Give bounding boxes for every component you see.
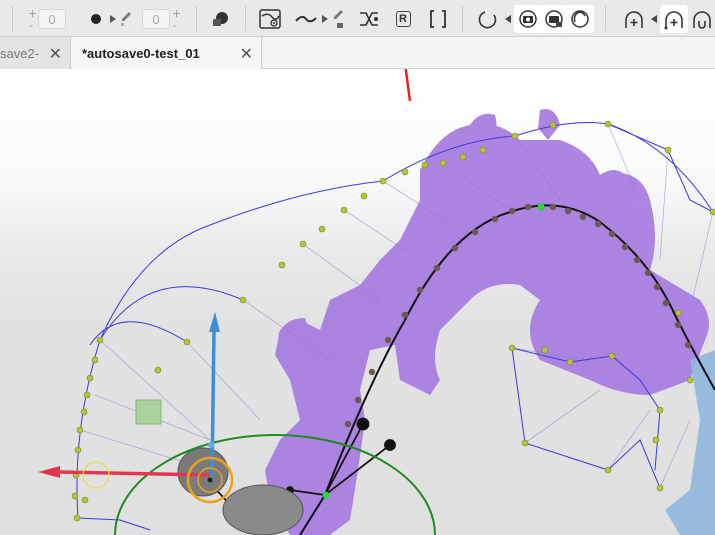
shuffle-curves-icon[interactable] [355, 5, 383, 33]
toolbar-separator [12, 6, 13, 31]
pelvis-key-marker[interactable] [322, 491, 330, 499]
weight-field-a[interactable]: 0 [38, 9, 66, 29]
current-key-marker[interactable] [537, 203, 545, 211]
pipette-lock-icon[interactable] [330, 5, 346, 33]
arch-magnet-icon[interactable] [688, 5, 715, 33]
pose-silhouettes [265, 109, 709, 535]
r-toggle-button[interactable]: R [389, 5, 417, 33]
tab-label: save2- [0, 45, 40, 61]
camera-lock-icon[interactable] [540, 5, 568, 33]
document-tab-bar: save2- ✕ *autosave0-test_01 ✕ [0, 37, 715, 69]
transform-gizmo[interactable] [38, 312, 234, 504]
collapse-left-arrow-icon[interactable] [648, 5, 660, 33]
arch-add-icon[interactable] [620, 5, 648, 33]
r-button-label: R [395, 11, 411, 27]
close-icon[interactable]: ✕ [240, 44, 253, 63]
tab-autosave0-test-01[interactable]: *autosave0-test_01 ✕ [72, 37, 262, 69]
increment-minus-icon[interactable]: - [29, 20, 33, 31]
tab-label: *autosave0-test_01 [82, 45, 200, 61]
tab-autosave2[interactable]: save2- ✕ [0, 37, 71, 69]
orbit-loop-icon[interactable] [566, 5, 594, 33]
arch-plus-node-icon[interactable] [660, 5, 688, 33]
collapse-left-arrow-icon[interactable] [502, 5, 514, 33]
main-toolbar: + - 0 0 + - R [0, 0, 715, 37]
locator-cube[interactable] [135, 399, 162, 425]
curve-visibility-icon[interactable] [256, 5, 284, 33]
camera-snapshot-icon[interactable] [514, 5, 542, 33]
toolbar-separator [605, 6, 606, 31]
increment-plus-icon[interactable]: + [172, 8, 181, 19]
scene-canvas[interactable] [0, 69, 715, 535]
annotation-arrow [404, 69, 412, 102]
pipette-icon[interactable] [118, 5, 134, 33]
close-icon[interactable]: ✕ [49, 44, 62, 63]
increment-plus-icon[interactable]: + [28, 8, 37, 19]
toolbar-separator [462, 6, 463, 31]
weight-field-b[interactable]: 0 [142, 9, 170, 29]
rotate-loop-icon[interactable] [474, 5, 502, 33]
tangent-curve-icon[interactable] [292, 5, 320, 33]
3d-viewport[interactable] [0, 69, 715, 535]
blend-shapes-icon[interactable] [206, 5, 234, 33]
bracket-icon[interactable] [424, 5, 452, 33]
toolbar-separator [196, 6, 197, 31]
toolbar-separator [245, 6, 246, 31]
increment-minus-icon[interactable]: - [173, 20, 177, 31]
